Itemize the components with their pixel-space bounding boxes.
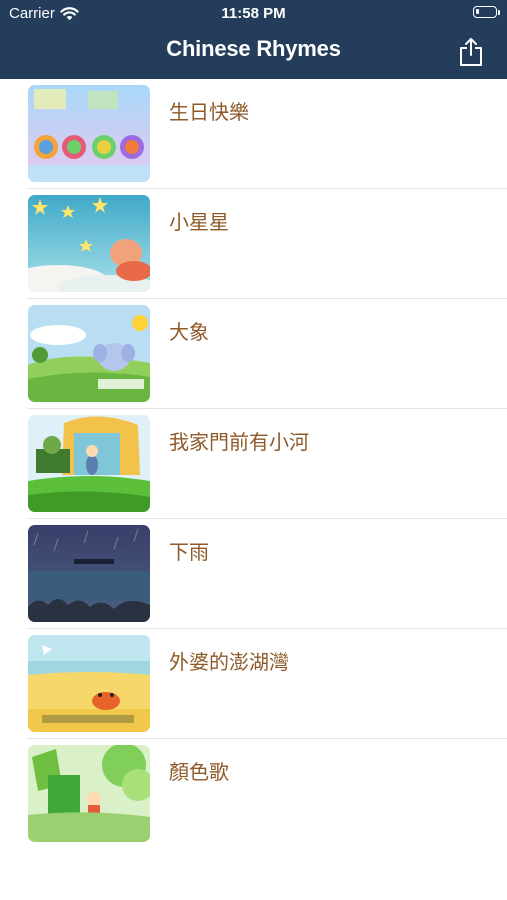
rhyme-title: 外婆的澎湖灣 xyxy=(169,650,289,674)
happy-birthday-image xyxy=(28,85,150,182)
navigation-bar: Carrier 11:58 PM Chinese Rhymes xyxy=(0,0,507,79)
status-bar: Carrier 11:58 PM xyxy=(0,0,507,30)
river-house-image xyxy=(28,415,150,512)
share-icon[interactable] xyxy=(457,37,485,67)
list-item-little-star[interactable]: 小星星 xyxy=(0,189,507,299)
thumbnail-grandmas-penghu-bay xyxy=(28,635,150,732)
thumbnail-little-star xyxy=(28,195,150,292)
rain-image xyxy=(28,525,150,622)
list-item-elephant[interactable]: 大象 xyxy=(0,299,507,409)
battery-icon xyxy=(473,6,500,18)
list-item-raining[interactable]: 下雨 xyxy=(0,519,507,629)
rhyme-title: 生日快樂 xyxy=(169,100,249,124)
little-star-image xyxy=(28,195,150,292)
rhyme-list: 生日快樂 小星星 大象 我家門前有小河 下雨 外婆的澎湖灣 顏色歌 xyxy=(0,79,507,849)
color-song-image xyxy=(28,745,150,842)
rhyme-title: 下雨 xyxy=(169,540,209,564)
thumbnail-happy-birthday xyxy=(28,85,150,182)
rhyme-title: 我家門前有小河 xyxy=(169,430,309,454)
rhyme-title: 小星星 xyxy=(169,210,229,234)
rhyme-title: 顏色歌 xyxy=(169,760,229,784)
list-item-happy-birthday[interactable]: 生日快樂 xyxy=(0,79,507,189)
list-item-grandmas-penghu-bay[interactable]: 外婆的澎湖灣 xyxy=(0,629,507,739)
thumbnail-raining xyxy=(28,525,150,622)
list-item-color-song[interactable]: 顏色歌 xyxy=(0,739,507,849)
elephant-image xyxy=(28,305,150,402)
penghu-bay-image xyxy=(28,635,150,732)
list-item-river-before-house[interactable]: 我家門前有小河 xyxy=(0,409,507,519)
thumbnail-elephant xyxy=(28,305,150,402)
thumbnail-color-song xyxy=(28,745,150,842)
rhyme-title: 大象 xyxy=(169,320,209,344)
status-time: 11:58 PM xyxy=(221,5,286,22)
page-title: Chinese Rhymes xyxy=(166,36,341,61)
battery-level xyxy=(476,9,479,14)
thumbnail-river-before-house xyxy=(28,415,150,512)
